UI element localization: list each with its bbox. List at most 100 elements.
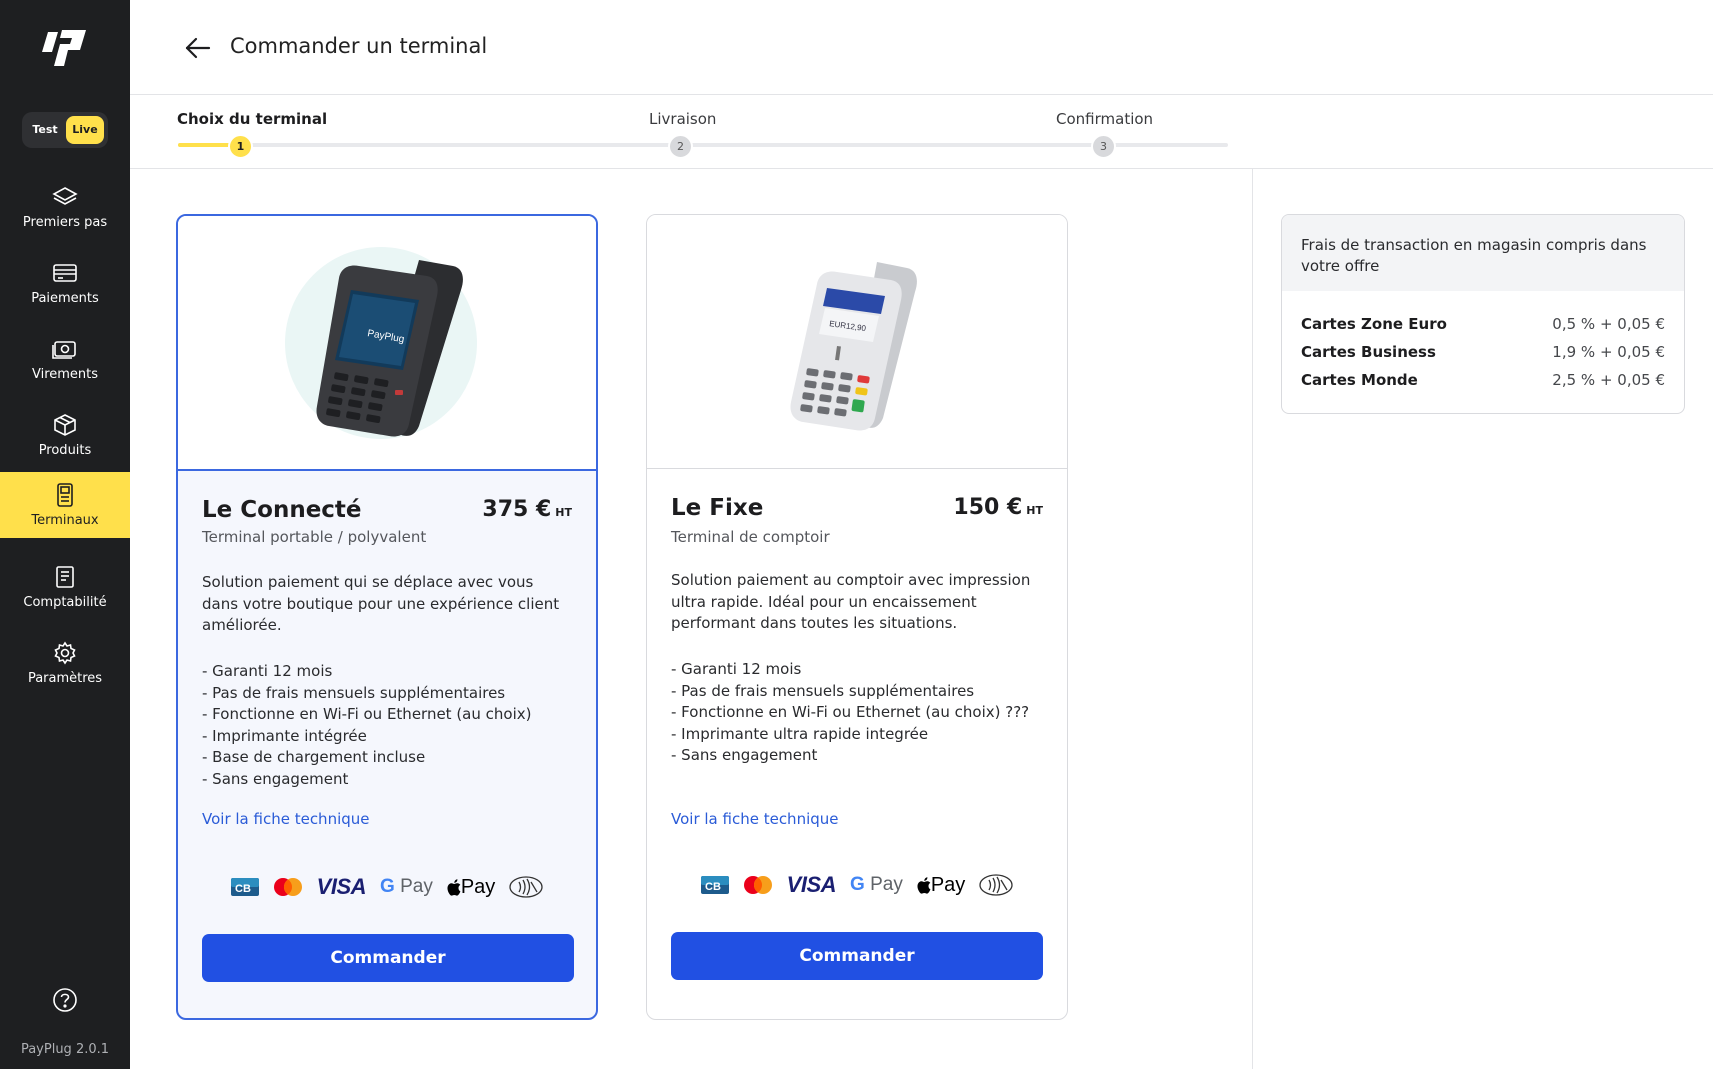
terminal-icon — [57, 482, 73, 507]
card-price-value: 150 € — [953, 495, 1023, 520]
terminal-card-fixe[interactable]: EUR12,90 Le Fixe 150 € HT Terminal de co… — [646, 214, 1068, 1020]
fee-value: 0,5 % + 0,05 € — [1552, 315, 1665, 333]
feature-item: - Garanti 12 mois — [202, 662, 333, 680]
app-version: PayPlug 2.0.1 — [20, 1042, 110, 1057]
transaction-fees-panel: Frais de transaction en magasin compris … — [1281, 214, 1685, 414]
google-pay-g: G — [850, 874, 865, 895]
content-divider — [1252, 169, 1253, 1069]
mode-live-option[interactable]: Live — [66, 116, 104, 144]
feature-item: - Fonctionne en Wi-Fi ou Ethernet (au ch… — [671, 703, 1030, 721]
fee-row: Cartes Monde 2,5 % + 0,05 € — [1301, 371, 1665, 389]
svg-text:CB: CB — [235, 883, 251, 895]
sidebar-item-premiers-pas[interactable]: Premiers pas — [0, 174, 130, 240]
step-label-confirmation: Confirmation — [1056, 110, 1154, 128]
sidebar-item-parametres[interactable]: Paramètres — [0, 630, 130, 696]
terminal-image-fixe: EUR12,90 — [647, 215, 1067, 469]
order-button[interactable]: Commander — [202, 934, 574, 982]
sidebar-item-label: Comptabilité — [23, 594, 107, 610]
sidebar-item-virements[interactable]: Virements — [0, 326, 130, 392]
sidebar-item-paiements[interactable]: Paiements — [0, 250, 130, 316]
order-button[interactable]: Commander — [671, 932, 1043, 980]
fee-row: Cartes Business 1,9 % + 0,05 € — [1301, 343, 1665, 361]
sidebar-item-label: Paiements — [31, 290, 99, 306]
visa-logo: VISA — [316, 874, 367, 899]
card-price-suffix: HT — [1026, 504, 1043, 517]
help-icon[interactable] — [52, 987, 78, 1013]
google-pay-logo: G Pay — [850, 873, 903, 897]
sidebar-item-label: Virements — [31, 366, 99, 382]
feature-item: - Imprimante intégrée — [202, 726, 367, 745]
receipt-icon — [56, 565, 74, 588]
google-pay-g: G — [380, 876, 395, 897]
back-arrow-icon[interactable] — [184, 36, 212, 60]
portable-terminal-icon: PayPlug — [285, 246, 477, 439]
apple-pay-logo: Pay — [917, 873, 965, 897]
sidebar-item-label: Premiers pas — [22, 214, 108, 230]
layers-icon — [52, 186, 78, 205]
apple-pay-text: Pay — [460, 875, 496, 898]
mastercard-logo-icon — [273, 875, 303, 899]
feature-item: - Garanti 12 mois — [671, 660, 802, 678]
fee-value: 2,5 % + 0,05 € — [1552, 371, 1665, 389]
cb-logo-icon: CB — [700, 873, 729, 897]
order-stepper: Choix du terminal Livraison Confirmation… — [130, 95, 1713, 169]
terminal-image-connecte: PayPlug — [178, 216, 596, 471]
apple-pay-text: Pay — [930, 873, 966, 896]
sidebar-item-terminaux[interactable]: Terminaux — [0, 472, 130, 538]
feature-item: - Base de chargement incluse — [202, 748, 426, 766]
mastercard-logo-icon — [743, 873, 773, 897]
card-price-value: 375 € — [482, 497, 552, 522]
sidebar-item-label: Produits — [38, 442, 92, 458]
svg-text:CB: CB — [705, 881, 721, 893]
card-description: Solution paiement qui se déplace avec vo… — [202, 573, 560, 634]
technical-sheet-link[interactable]: Voir la fiche technique — [671, 810, 839, 828]
page-header: Commander un terminal — [130, 0, 1713, 95]
card-price-suffix: HT — [555, 506, 572, 519]
step-dot-1: 1 — [228, 134, 253, 159]
page-title: Commander un terminal — [230, 34, 488, 58]
google-pay-logo: G Pay — [380, 875, 433, 899]
step-dot-3: 3 — [1091, 134, 1116, 159]
countertop-terminal-icon: EUR12,90 — [790, 261, 917, 430]
payment-methods: CB VISA G Pay Pay — [178, 874, 596, 899]
mode-test-option[interactable]: Test — [26, 116, 64, 144]
cb-logo-icon: CB — [230, 875, 259, 899]
gear-icon — [54, 641, 76, 664]
sidebar-item-label: Terminaux — [31, 512, 99, 528]
feature-item: - Pas de frais mensuels supplémentaires — [202, 683, 506, 702]
banknote-icon — [52, 340, 76, 359]
fees-title: Frais de transaction en magasin compris … — [1282, 215, 1684, 291]
google-pay-text: Pay — [870, 874, 903, 895]
card-description: Solution paiement au comptoir avec impre… — [671, 571, 1031, 632]
card-price: 375 € HT — [482, 497, 572, 522]
card-price: 150 € HT — [953, 495, 1043, 520]
step-label-livraison: Livraison — [649, 110, 717, 128]
step-dot-2: 2 — [668, 134, 693, 159]
sidebar-item-produits[interactable]: Produits — [0, 402, 130, 468]
payplug-logo-icon[interactable] — [42, 28, 86, 70]
fee-label: Cartes Monde — [1301, 371, 1418, 389]
apple-icon — [917, 876, 931, 894]
fee-label: Cartes Zone Euro — [1301, 315, 1447, 333]
feature-item: - Imprimante ultra rapide integrée — [671, 724, 929, 743]
step-label-choix: Choix du terminal — [177, 110, 328, 128]
google-pay-text: Pay — [400, 876, 433, 897]
feature-item: - Sans engagement — [202, 769, 349, 788]
box-icon — [54, 413, 76, 436]
feature-item: - Sans engagement — [671, 746, 818, 764]
feature-item: - Pas de frais mensuels supplémentaires — [671, 681, 975, 700]
apple-pay-logo: Pay — [447, 875, 495, 899]
credit-card-icon — [53, 263, 77, 282]
card-title: Le Connecté — [202, 497, 362, 523]
stepper-track — [178, 143, 1228, 147]
feature-item: - Fonctionne en Wi-Fi ou Ethernet (au ch… — [202, 705, 532, 723]
card-features: - Garanti 12 mois - Pas de frais mensuel… — [202, 661, 582, 790]
fee-label: Cartes Business — [1301, 343, 1436, 361]
payment-methods: CB VISA G Pay Pay — [647, 872, 1067, 897]
mode-toggle[interactable]: Test Live — [22, 112, 108, 148]
technical-sheet-link[interactable]: Voir la fiche technique — [202, 810, 370, 828]
terminal-card-connecte[interactable]: PayPlug Le Connecté 375 € HT Terminal por… — [176, 214, 598, 1020]
sidebar-item-comptabilite[interactable]: Comptabilité — [0, 554, 130, 620]
fee-value: 1,9 % + 0,05 € — [1552, 343, 1665, 361]
sidebar-item-label: Paramètres — [27, 670, 103, 686]
